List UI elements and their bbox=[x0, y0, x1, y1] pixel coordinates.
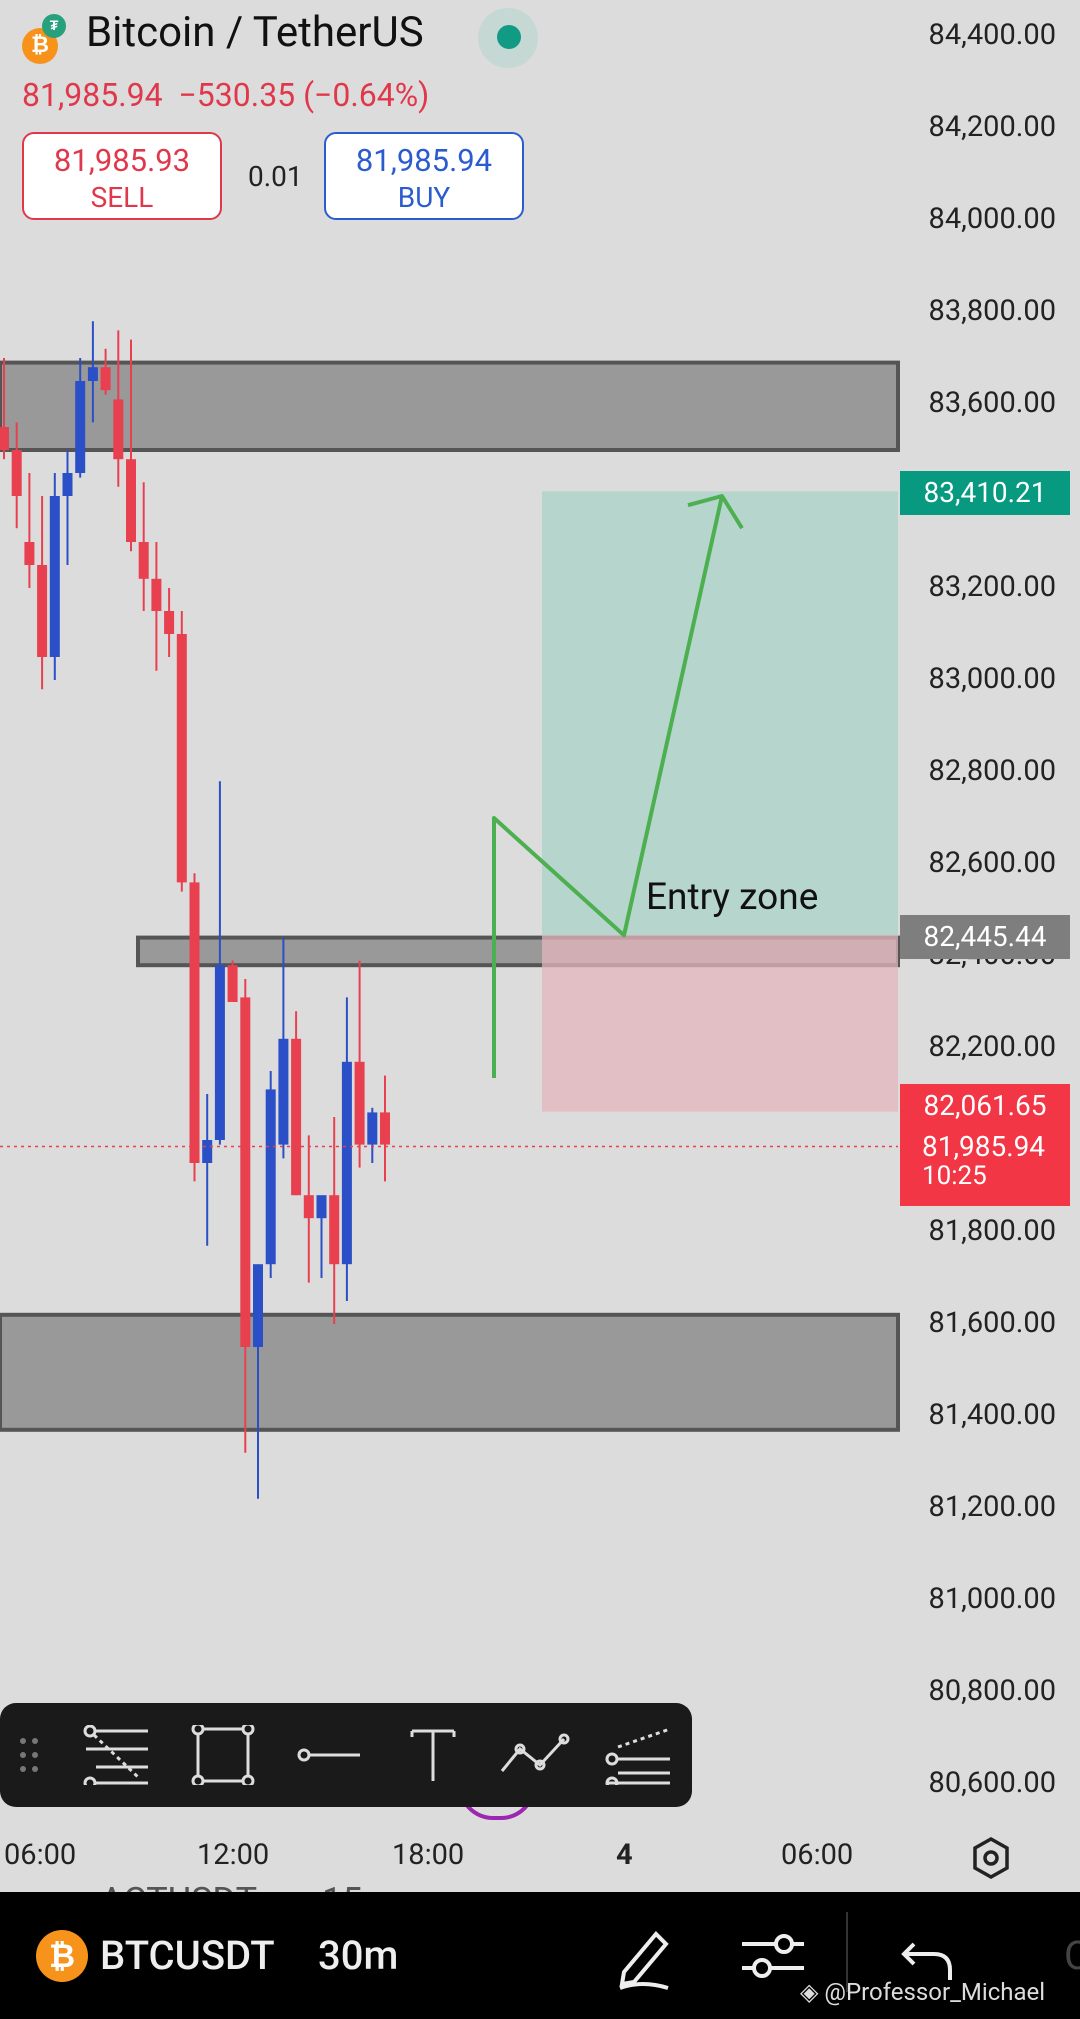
current-price-tag: 81,985.94 10:25 bbox=[900, 1124, 1070, 1206]
entry-zone-annotation[interactable]: Entry zone bbox=[646, 876, 818, 919]
watermark-text: @Professor_Michael bbox=[824, 1978, 1046, 2006]
fib-retracement-icon[interactable] bbox=[82, 1724, 152, 1790]
candle-body bbox=[11, 450, 22, 496]
last-price: 81,985.94 bbox=[22, 76, 163, 114]
candle-body bbox=[380, 1112, 390, 1145]
bar-countdown: 10:25 bbox=[922, 1161, 987, 1191]
candle-body bbox=[75, 381, 86, 473]
candle-body bbox=[329, 1195, 340, 1265]
candle-body bbox=[227, 965, 238, 1002]
candle-body bbox=[316, 1195, 327, 1219]
candle-body bbox=[253, 1264, 263, 1347]
price-axis-label: 81,600.00 bbox=[928, 1306, 1056, 1340]
buy-price: 81,985.94 bbox=[355, 142, 493, 179]
candle-body bbox=[354, 1061, 365, 1145]
candle-body bbox=[303, 1195, 314, 1219]
price-axis-label: 84,000.00 bbox=[928, 202, 1056, 236]
candle-body bbox=[62, 473, 73, 496]
candle-body bbox=[138, 542, 149, 579]
resistance-zone[interactable] bbox=[0, 360, 900, 453]
parallel-channel-icon[interactable] bbox=[604, 1725, 674, 1790]
sell-price: 81,985.93 bbox=[53, 142, 191, 179]
rectangle-tool-icon[interactable] bbox=[188, 1722, 258, 1788]
support-zone[interactable] bbox=[0, 1312, 900, 1432]
buy-button[interactable]: 81,985.94 BUY bbox=[324, 132, 524, 220]
indicator-settings-icon[interactable] bbox=[740, 1926, 806, 1986]
spread-value: 0.01 bbox=[248, 160, 303, 193]
chart-settings-gear-icon[interactable] bbox=[968, 1835, 1014, 1881]
candle-body bbox=[291, 1038, 302, 1196]
binance-logo-icon: ◈ bbox=[800, 1978, 819, 2006]
price-axis-label: 83,200.00 bbox=[928, 570, 1056, 604]
bitcoin-symbol-icon: ₿ bbox=[36, 1930, 88, 1982]
price-axis-label: 82,800.00 bbox=[928, 754, 1056, 788]
text-tool-icon[interactable] bbox=[398, 1725, 468, 1785]
time-axis-label: 12:00 bbox=[197, 1838, 270, 1872]
target-price-tag: 83,410.21 bbox=[900, 471, 1070, 515]
candle-body bbox=[49, 496, 60, 657]
tether-badge-icon: ₮ bbox=[42, 14, 66, 38]
price-change: −530.35 (−0.64%) bbox=[178, 76, 430, 114]
time-axis-label: 18:00 bbox=[392, 1838, 465, 1872]
candle-body bbox=[164, 611, 175, 634]
candle-body bbox=[367, 1112, 378, 1145]
candle-body bbox=[113, 399, 124, 460]
undo-icon[interactable] bbox=[900, 1926, 956, 1982]
drawing-toolbar bbox=[0, 1703, 692, 1807]
candle-body bbox=[278, 1038, 289, 1145]
price-axis-label: 84,200.00 bbox=[928, 110, 1056, 144]
price-axis-label: 81,200.00 bbox=[928, 1490, 1056, 1524]
sell-label: SELL bbox=[90, 181, 154, 214]
stop-loss-zone bbox=[542, 935, 898, 1112]
candle-body bbox=[37, 565, 48, 657]
symbol-title[interactable]: Bitcoin / TetherUS bbox=[86, 8, 424, 57]
candle-body bbox=[202, 1140, 213, 1163]
candle-body bbox=[240, 997, 251, 1347]
price-axis-label: 80,800.00 bbox=[928, 1674, 1056, 1708]
watermark: ◈ @Professor_Michael bbox=[800, 1978, 1045, 2006]
price-axis-label: 83,000.00 bbox=[928, 662, 1056, 696]
candle-body bbox=[151, 578, 162, 611]
candle-body bbox=[87, 367, 98, 381]
candle-body bbox=[176, 634, 187, 883]
time-axis-label: 4 bbox=[616, 1838, 633, 1872]
candle-body bbox=[189, 882, 200, 1163]
symbol-selector[interactable]: BTCUSDT bbox=[100, 1932, 275, 1979]
stop-price-tag: 82,061.65 bbox=[900, 1084, 1070, 1128]
entry-price-tag: 82,445.44 bbox=[900, 915, 1070, 959]
sell-button[interactable]: 81,985.93 SELL bbox=[22, 132, 222, 220]
price-axis-label: 81,400.00 bbox=[928, 1398, 1056, 1432]
price-axis-label: 81,800.00 bbox=[928, 1214, 1056, 1248]
price-axis-label: 83,800.00 bbox=[928, 294, 1056, 328]
price-axis-label: 80,600.00 bbox=[928, 1766, 1056, 1800]
current-price-value: 81,985.94 bbox=[922, 1130, 1046, 1163]
target-profit-zone bbox=[542, 491, 898, 936]
candle-body bbox=[341, 1061, 352, 1265]
price-axis-label: 84,400.00 bbox=[928, 18, 1056, 52]
price-change-line: 81,985.94 −530.35 (−0.64%) bbox=[22, 76, 429, 114]
price-axis-label: 81,000.00 bbox=[928, 1582, 1056, 1616]
buy-label: BUY bbox=[397, 181, 451, 214]
candle-body bbox=[100, 367, 111, 391]
time-axis-label: 06:00 bbox=[4, 1838, 77, 1872]
candle-body bbox=[0, 427, 9, 450]
pencil-draw-icon[interactable] bbox=[612, 1920, 672, 1990]
candle-body bbox=[24, 542, 35, 565]
price-axis-label: 82,600.00 bbox=[928, 846, 1056, 880]
market-open-dot-icon bbox=[497, 25, 521, 49]
path-tool-icon[interactable] bbox=[498, 1725, 570, 1785]
price-axis-label: 83,600.00 bbox=[928, 386, 1056, 420]
candle-body bbox=[126, 459, 136, 542]
time-axis-label: 06:00 bbox=[781, 1838, 854, 1872]
more-edge-icon[interactable]: C bbox=[1064, 1932, 1080, 1979]
price-axis-label: 82,200.00 bbox=[928, 1030, 1056, 1064]
drag-handle-icon[interactable] bbox=[14, 1725, 44, 1785]
candle-body bbox=[214, 965, 225, 1140]
candle-body bbox=[265, 1089, 276, 1265]
interval-selector[interactable]: 30m bbox=[318, 1932, 398, 1979]
horizontal-line-icon[interactable] bbox=[294, 1725, 364, 1785]
